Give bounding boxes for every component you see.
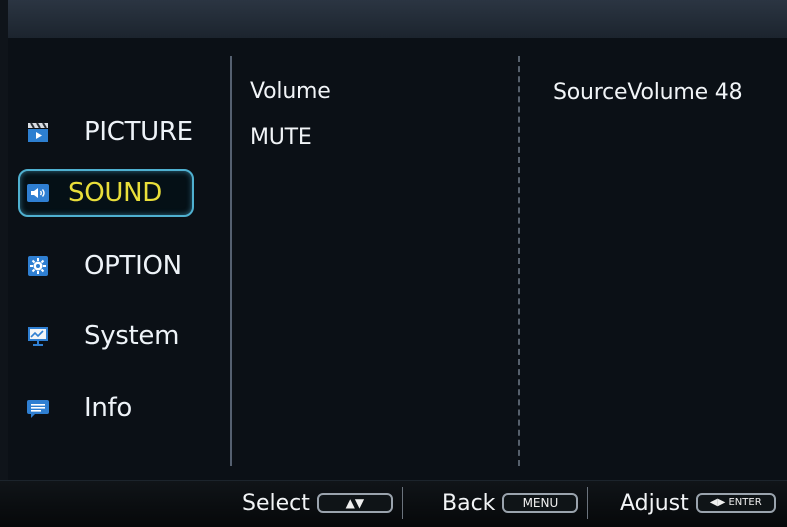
back-hint: Back MENU <box>442 487 589 519</box>
enter-key[interactable]: ◀▶ ENTER <box>695 493 776 513</box>
sidebar-item-label: OPTION <box>84 251 182 281</box>
chat-bubble-icon <box>26 396 50 420</box>
sidebar-item-system[interactable]: System <box>18 314 194 358</box>
sound-options-list: Volume MUTE <box>250 80 331 172</box>
footer-separator <box>401 487 403 519</box>
select-hint: Select ▲▼ <box>242 487 403 519</box>
footer-bar: Select ▲▼ Back MENU Adjust ◀▶ ENTER <box>0 480 787 527</box>
adjust-label: Adjust <box>620 490 689 516</box>
up-down-arrows-key[interactable]: ▲▼ <box>316 493 393 513</box>
sidebar-item-info[interactable]: Info <box>18 386 194 430</box>
sidebar-item-option[interactable]: OPTION <box>18 244 194 288</box>
source-volume-value: SourceVolume 48 <box>553 80 743 105</box>
footer-separator <box>587 487 589 519</box>
menu-key[interactable]: MENU <box>502 493 579 513</box>
top-bar <box>8 0 787 38</box>
speaker-icon <box>26 181 50 205</box>
option-mute[interactable]: MUTE <box>250 126 331 172</box>
sidebar: PICTURE SOUND OPTION System Info <box>8 38 232 481</box>
sidebar-item-picture[interactable]: PICTURE <box>18 110 194 154</box>
sidebar-item-label: Info <box>84 393 133 423</box>
sidebar-item-label: SOUND <box>68 178 162 208</box>
adjust-hint: Adjust ◀▶ ENTER <box>620 487 776 519</box>
column-divider-dashed <box>518 56 522 466</box>
clapperboard-icon <box>26 120 50 144</box>
monitor-chart-icon <box>26 324 50 348</box>
osd-screen: PICTURE SOUND OPTION System Info Volume … <box>0 0 787 527</box>
gear-icon <box>26 254 50 278</box>
back-label: Back <box>442 490 496 516</box>
sidebar-item-label: System <box>84 321 180 351</box>
sidebar-item-label: PICTURE <box>84 117 193 147</box>
column-divider <box>230 56 232 466</box>
option-volume[interactable]: Volume <box>250 80 331 126</box>
sidebar-item-sound[interactable]: SOUND <box>18 169 194 217</box>
select-label: Select <box>242 490 310 516</box>
